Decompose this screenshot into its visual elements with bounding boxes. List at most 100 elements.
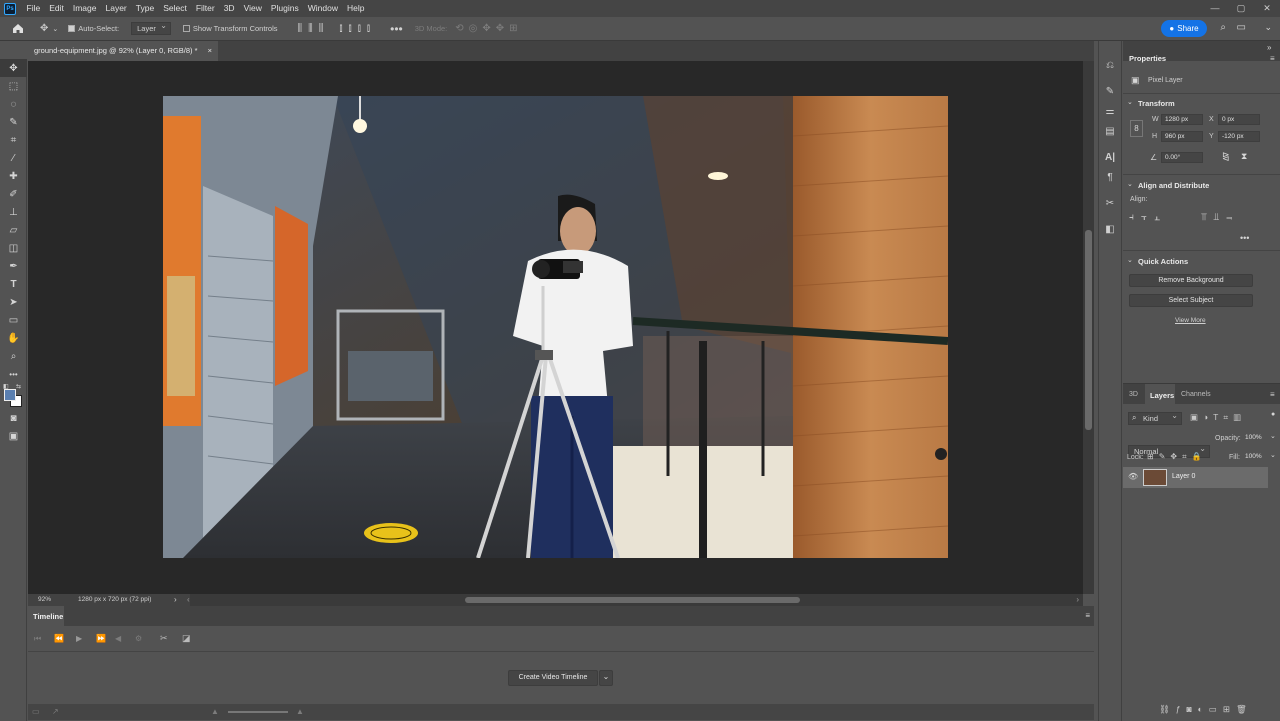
tool-preset-chevron-icon[interactable]: ⌄ <box>52 25 58 33</box>
previous-frame-icon[interactable]: ⏪ <box>54 634 64 643</box>
zoom-out-timeline-icon[interactable]: ▲ <box>211 707 219 716</box>
menu-file[interactable]: File <box>22 0 45 17</box>
quick-mask-icon[interactable]: ◙ <box>0 409 27 427</box>
close-icon[interactable]: ✕ <box>1254 0 1280 17</box>
play-icon[interactable]: ▶ <box>76 634 82 643</box>
settings-gear-icon[interactable]: ⚙ <box>135 634 142 643</box>
hand-tool[interactable]: ✋ <box>0 329 27 347</box>
mute-audio-icon[interactable]: ◀ <box>115 634 121 643</box>
y-field[interactable]: -120 px <box>1218 131 1260 142</box>
properties-menu-icon[interactable]: ≡ <box>1270 54 1275 63</box>
timeline-menu-icon[interactable]: ≡ <box>1085 611 1090 620</box>
render-video-icon[interactable]: ↗ <box>52 707 59 716</box>
flip-vertical-icon[interactable]: ⧗ <box>1241 151 1247 162</box>
document-image[interactable] <box>163 96 948 558</box>
menu-select[interactable]: Select <box>159 0 192 17</box>
align-horizontal-icons[interactable]: ⫞⫟⫠ <box>1129 212 1167 223</box>
vertical-scroll-thumb[interactable] <box>1085 230 1092 430</box>
tools-icon[interactable]: ✂ <box>1099 193 1121 213</box>
align-chevron-icon[interactable]: ⌄ <box>1127 180 1133 188</box>
layer-actions-icons[interactable]: ⛓ƒ◙◐▭⊞🗑 <box>1159 704 1253 715</box>
move-tool-icon[interactable]: ✥ <box>40 23 48 34</box>
layers-menu-icon[interactable]: ≡ <box>1270 390 1275 399</box>
align-more-icon[interactable]: ••• <box>1240 233 1249 243</box>
eyedropper-tool[interactable]: ⁄ <box>0 149 27 167</box>
brush-tool[interactable]: ✐ <box>0 185 27 203</box>
layer-row[interactable]: 👁 Layer 0 <box>1123 467 1268 488</box>
menu-3d[interactable]: 3D <box>219 0 239 17</box>
healing-brush-tool[interactable]: ✚ <box>0 167 27 185</box>
next-frame-icon[interactable]: ⏩ <box>96 634 106 643</box>
crop-tool[interactable]: ⌗ <box>0 131 27 149</box>
menu-help[interactable]: Help <box>342 0 368 17</box>
document-info[interactable]: 1280 px x 720 px (72 ppi) <box>78 594 151 606</box>
clone-stamp-tool[interactable]: ⊥ <box>0 203 27 221</box>
tab-3d[interactable]: 3D <box>1129 391 1138 398</box>
close-tab-icon[interactable]: × <box>208 41 212 61</box>
show-transform-checkbox[interactable]: Show Transform Controls <box>182 24 278 33</box>
menu-filter[interactable]: Filter <box>191 0 219 17</box>
home-icon[interactable] <box>12 23 24 34</box>
auto-select-target-dropdown[interactable]: Layer <box>131 21 171 35</box>
quick-selection-tool[interactable]: ✎ <box>0 113 27 131</box>
marquee-tool[interactable]: ⬚ <box>0 77 27 95</box>
brush-settings-icon[interactable]: ✎ <box>1099 81 1121 101</box>
zoom-tool[interactable]: ⌕ <box>0 347 27 365</box>
history-icon[interactable]: ⎌ <box>1099 55 1121 75</box>
link-dimensions-icon[interactable]: 8 <box>1130 120 1143 137</box>
screen-mode-icon[interactable]: ▣ <box>0 427 27 445</box>
menu-image[interactable]: Image <box>68 0 101 17</box>
menu-plugins[interactable]: Plugins <box>266 0 303 17</box>
layer-filter-icons[interactable]: ▣◑T⌗▥ <box>1190 412 1246 423</box>
select-subject-button[interactable]: Select Subject <box>1129 294 1253 307</box>
filter-toggle-icon[interactable]: ● <box>1271 411 1275 418</box>
opacity-chevron-icon[interactable]: ⌄ <box>1270 432 1276 440</box>
timeline-tab[interactable]: Timeline <box>33 612 63 621</box>
timeline-type-dropdown-icon[interactable]: ⌄ <box>599 670 613 686</box>
menu-view[interactable]: View <box>239 0 266 17</box>
timeline-zoom-slider[interactable] <box>228 711 288 713</box>
tab-layers[interactable]: Layers <box>1150 391 1174 400</box>
flip-horizontal-icon[interactable]: ⧎ <box>1222 151 1230 162</box>
pen-tool[interactable]: ✒ <box>0 257 27 275</box>
opacity-field[interactable]: 100% <box>1242 433 1269 444</box>
properties-tab[interactable]: Properties <box>1129 54 1166 63</box>
split-scissors-icon[interactable]: ✂ <box>160 633 168 644</box>
foreground-color-swatch[interactable] <box>4 389 16 401</box>
edit-toolbar-icon[interactable]: ••• <box>0 365 27 383</box>
transform-chevron-icon[interactable]: ⌄ <box>1127 98 1133 106</box>
libraries-icon[interactable]: ▤ <box>1099 121 1121 141</box>
search-icon[interactable]: ⌕ <box>1220 22 1226 33</box>
first-frame-icon[interactable]: ⏮ <box>34 634 41 644</box>
height-field[interactable]: 960 px <box>1161 131 1203 142</box>
align-buttons-group[interactable]: ⫼⫼⫼ <box>298 23 330 34</box>
eraser-tool[interactable]: ▱ <box>0 221 27 239</box>
zoom-level[interactable]: 92% <box>38 594 51 606</box>
visibility-eye-icon[interactable]: 👁 <box>1128 472 1138 481</box>
scroll-right-icon[interactable]: › <box>1076 594 1079 606</box>
fill-field[interactable]: 100% <box>1242 452 1269 463</box>
path-selection-tool[interactable]: ➤ <box>0 293 27 311</box>
collapse-panel-icon[interactable]: » <box>1267 43 1271 52</box>
auto-select-checkbox[interactable]: Auto-Select: <box>68 24 119 33</box>
lock-icons[interactable]: ⊞✎✥⌗🔒 <box>1147 452 1207 462</box>
rectangle-tool[interactable]: ▭ <box>0 311 27 329</box>
tab-channels[interactable]: Channels <box>1181 391 1211 398</box>
maximize-icon[interactable]: ▢ <box>1228 0 1254 17</box>
width-field[interactable]: 1280 px <box>1161 114 1203 125</box>
workspace-icon[interactable]: ▭ <box>1237 22 1246 33</box>
angle-field[interactable]: 0.00° <box>1161 152 1203 163</box>
transition-icon[interactable]: ◪ <box>182 633 191 644</box>
horizontal-scroll-thumb[interactable] <box>465 597 800 603</box>
document-tab[interactable]: ground-equipment.jpg @ 92% (Layer 0, RGB… <box>28 41 218 61</box>
status-menu-chevron-icon[interactable]: › <box>174 594 177 606</box>
character-icon[interactable]: A| <box>1099 147 1121 167</box>
menu-window[interactable]: Window <box>303 0 342 17</box>
lasso-tool[interactable]: ◌ <box>0 95 27 113</box>
x-field[interactable]: 0 px <box>1218 114 1260 125</box>
create-video-timeline-button[interactable]: Create Video Timeline <box>508 670 598 686</box>
more-options-icon[interactable]: ••• <box>390 22 403 36</box>
layer-name[interactable]: Layer 0 <box>1172 473 1195 480</box>
swap-colors-icon[interactable]: ⇆ <box>16 383 21 390</box>
color-swatches[interactable]: ◧ ⇆ <box>0 383 27 409</box>
